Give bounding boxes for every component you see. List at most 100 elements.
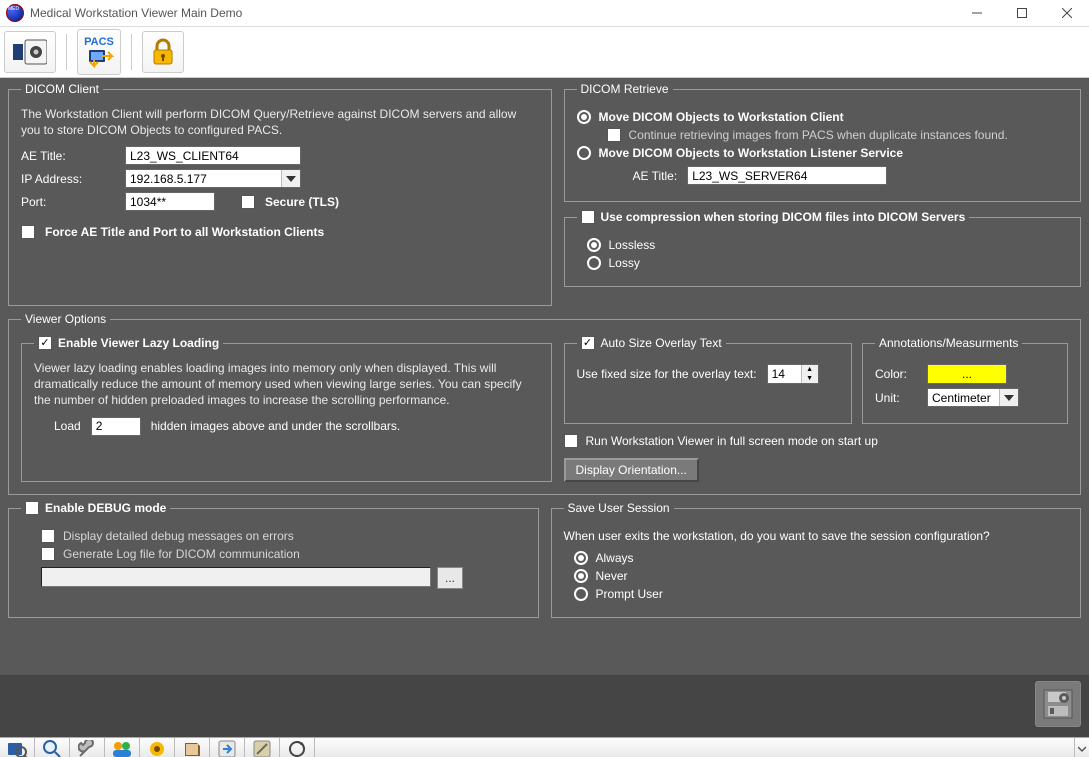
window-title: Medical Workstation Viewer Main Demo	[30, 6, 954, 20]
debug-browse-button[interactable]: ...	[437, 567, 463, 589]
viewer-options-legend: Viewer Options	[21, 312, 110, 326]
session-prompt-radio[interactable]	[574, 587, 588, 601]
fullscreen-checkbox[interactable]	[564, 434, 578, 448]
port-label: Port:	[21, 195, 115, 209]
lock-button[interactable]	[142, 31, 184, 73]
session-always-label: Always	[596, 551, 634, 565]
separator	[131, 34, 132, 70]
bb-refresh[interactable]	[280, 738, 315, 757]
bb-book[interactable]	[175, 738, 210, 757]
forward-icon	[218, 740, 236, 757]
bb-tools[interactable]	[70, 738, 105, 757]
secure-tls-checkbox[interactable]	[241, 195, 255, 209]
debug-log-label: Generate Log file for DICOM communicatio…	[63, 547, 300, 561]
dicom-client-group: DICOM Client The Workstation Client will…	[8, 82, 552, 306]
compression-legend: Use compression when storing DICOM files…	[577, 210, 970, 224]
save-session-desc: When user exits the workstation, do you …	[564, 529, 1069, 543]
fullscreen-label: Run Workstation Viewer in full screen mo…	[586, 434, 878, 448]
annot-color-swatch[interactable]: ...	[927, 364, 1007, 384]
overflow-icon	[1078, 745, 1086, 753]
force-ae-checkbox[interactable]	[21, 225, 35, 239]
save-settings-icon	[1042, 688, 1074, 720]
minimize-button[interactable]	[954, 0, 999, 26]
work-area: DICOM Client The Workstation Client will…	[0, 78, 1089, 675]
load-count-input[interactable]	[91, 417, 141, 436]
top-toolbar: PACS	[0, 27, 1089, 78]
display-orientation-button[interactable]: Display Orientation...	[564, 458, 699, 482]
retrieve-ae-title-input[interactable]	[687, 166, 887, 185]
dicom-client-desc: The Workstation Client will perform DICO…	[21, 106, 539, 138]
maximize-button[interactable]	[999, 0, 1044, 26]
secure-tls-label: Secure (TLS)	[265, 195, 339, 209]
overlay-size-value: 14	[768, 365, 801, 383]
bottom-toolbar	[0, 737, 1089, 757]
move-listener-radio[interactable]	[577, 146, 591, 160]
chevron-down-icon	[999, 389, 1018, 406]
settings-icon	[13, 38, 47, 66]
bb-zoom[interactable]	[35, 738, 70, 757]
save-settings-button[interactable]	[1035, 681, 1081, 727]
move-client-radio[interactable]	[577, 110, 591, 124]
bb-search-image[interactable]	[0, 738, 35, 757]
spinner-down[interactable]: ▼	[802, 374, 818, 383]
session-prompt-label: Prompt User	[596, 587, 663, 601]
save-session-legend: Save User Session	[564, 501, 674, 515]
annotations-legend: Annotations/Measurments	[875, 336, 1022, 350]
debug-detail-checkbox[interactable]	[41, 529, 55, 543]
lossy-radio[interactable]	[587, 256, 601, 270]
ae-title-input[interactable]	[125, 146, 301, 165]
separator	[66, 34, 67, 70]
dicom-client-legend: DICOM Client	[21, 82, 103, 96]
continue-retrieve-checkbox[interactable]	[607, 128, 621, 142]
session-never-radio[interactable]	[574, 569, 588, 583]
lazy-enable-checkbox[interactable]	[38, 336, 52, 350]
chevron-down-icon	[281, 170, 300, 187]
pacs-icon	[84, 48, 114, 68]
lock-icon	[151, 38, 175, 66]
compression-enable-checkbox[interactable]	[581, 210, 595, 224]
move-listener-label: Move DICOM Objects to Workstation Listen…	[599, 146, 904, 160]
status-strip	[0, 675, 1089, 737]
bb-gear[interactable]	[140, 738, 175, 757]
bb-overflow[interactable]	[1074, 738, 1089, 757]
session-never-label: Never	[596, 569, 628, 583]
session-always-radio[interactable]	[574, 551, 588, 565]
bb-users[interactable]	[105, 738, 140, 757]
ip-combo[interactable]: 192.168.5.177	[125, 169, 301, 188]
overlay-legend: Auto Size Overlay Text	[577, 336, 726, 350]
overlay-autosize-checkbox[interactable]	[581, 336, 595, 350]
bb-wand[interactable]	[245, 738, 280, 757]
wand-icon	[253, 740, 271, 757]
lossy-label: Lossy	[609, 256, 640, 270]
gear-icon	[148, 740, 166, 757]
retrieve-ae-title-label: AE Title:	[633, 169, 678, 183]
lossless-radio[interactable]	[587, 238, 601, 252]
ip-label: IP Address:	[21, 172, 115, 186]
annot-unit-value: Centimeter	[932, 391, 991, 405]
debug-group: Enable DEBUG mode Display detailed debug…	[8, 501, 539, 618]
debug-log-checkbox[interactable]	[41, 547, 55, 561]
debug-log-path[interactable]	[41, 567, 431, 587]
lazy-legend: Enable Viewer Lazy Loading	[34, 336, 223, 350]
overlay-size-group: Auto Size Overlay Text Use fixed size fo…	[564, 336, 853, 424]
lazy-loading-group: Enable Viewer Lazy Loading Viewer lazy l…	[21, 336, 552, 482]
settings-button[interactable]	[4, 31, 56, 73]
overlay-legend-text: Auto Size Overlay Text	[601, 336, 722, 350]
debug-detail-label: Display detailed debug messages on error…	[63, 529, 294, 543]
bb-forward[interactable]	[210, 738, 245, 757]
book-icon	[183, 740, 201, 757]
ae-title-label: AE Title:	[21, 149, 115, 163]
debug-legend: Enable DEBUG mode	[21, 501, 170, 515]
annot-unit-select[interactable]: Centimeter	[927, 388, 1019, 407]
lazy-desc: Viewer lazy loading enables loading imag…	[34, 360, 539, 409]
close-button[interactable]	[1044, 0, 1089, 26]
debug-enable-checkbox[interactable]	[25, 501, 39, 515]
port-input[interactable]	[125, 192, 215, 211]
overlay-size-spinner[interactable]: 14 ▲ ▼	[767, 364, 819, 384]
annotations-group: Annotations/Measurments Color: ... Unit:…	[862, 336, 1068, 424]
pacs-button[interactable]: PACS	[77, 29, 121, 75]
spinner-up[interactable]: ▲	[802, 365, 818, 374]
dicom-retrieve-group: DICOM Retrieve Move DICOM Objects to Wor…	[564, 82, 1082, 202]
dicom-retrieve-legend: DICOM Retrieve	[577, 82, 673, 96]
zoom-icon	[43, 740, 61, 757]
